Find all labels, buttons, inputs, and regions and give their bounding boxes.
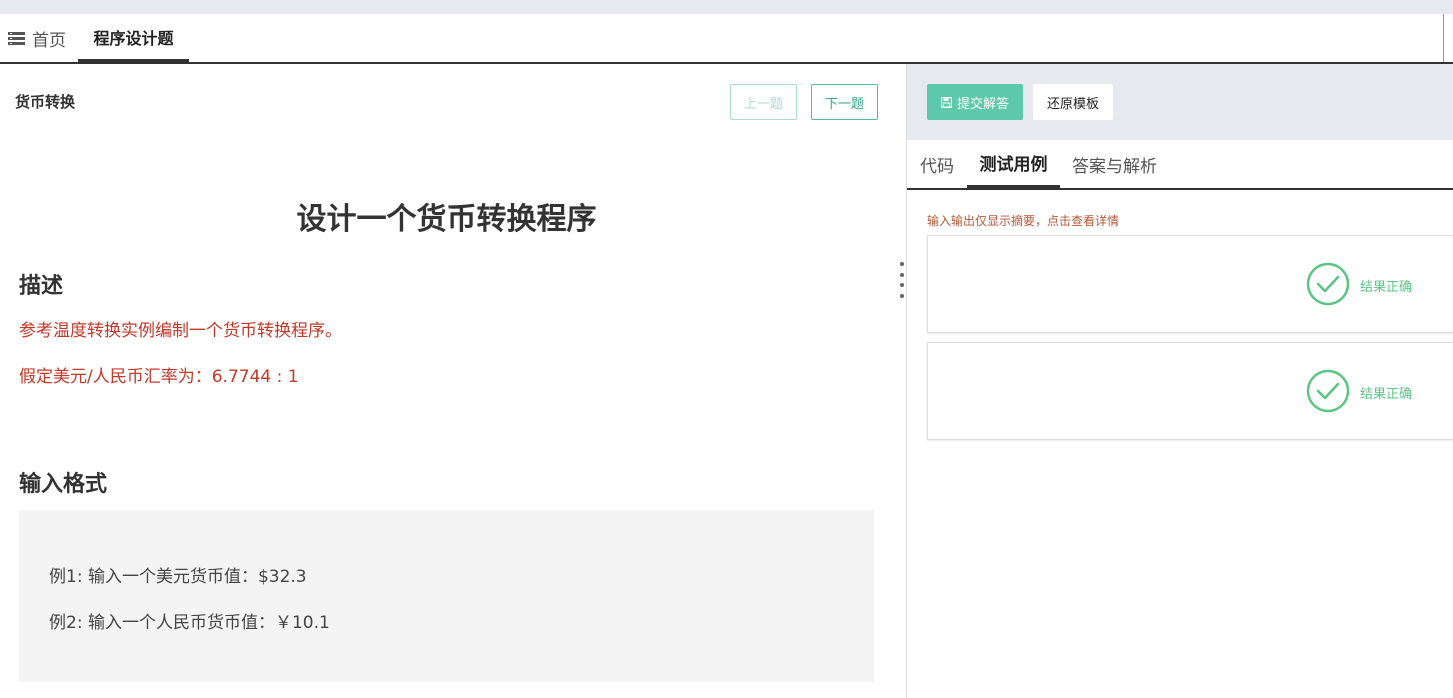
answer-toolbar: 提交解答 还原模板 [907, 64, 1453, 140]
answer-tabs: 代码 测试用例 答案与解析 [907, 140, 1453, 190]
problem-name: 货币转换 [15, 93, 76, 111]
tab-programming[interactable]: 程序设计题 [78, 14, 189, 62]
description-line-1: 参考温度转换实例编制一个货币转换程序。 [19, 321, 342, 341]
description-heading: 描述 [19, 274, 64, 299]
tab-code[interactable]: 代码 [920, 152, 954, 177]
drag-handle-icon[interactable] [899, 262, 905, 298]
restore-template-button[interactable]: 还原模板 [1033, 84, 1113, 120]
menu-icon [8, 31, 25, 45]
tab-test-cases[interactable]: 测试用例 [967, 140, 1060, 188]
page-tab-bar: 首页 程序设计题 [0, 14, 1453, 64]
example-1: 例1: 输入一个美元货币值：$32.3 [49, 567, 307, 587]
save-icon [940, 96, 952, 108]
check-circle-icon [1306, 262, 1350, 306]
next-problem-button[interactable]: 下一题 [811, 84, 878, 120]
submit-answer-label: 提交解答 [956, 96, 1009, 112]
submit-answer-button[interactable]: 提交解答 [927, 84, 1023, 120]
test-hint: 输入输出仅显示摘要，点击查看详情 [927, 214, 1120, 228]
input-format-heading: 输入格式 [19, 472, 108, 497]
example-2: 例2: 输入一个人民币货币值：￥10.1 [49, 613, 330, 633]
prev-problem-button[interactable]: 上一题 [730, 84, 797, 120]
test-case-card[interactable]: 结果正确 [927, 235, 1453, 333]
test-result-label: 结果正确 [1360, 280, 1413, 295]
tab-home-label: 首页 [32, 30, 66, 51]
answer-panel: 提交解答 还原模板 代码 测试用例 答案与解析 输入输出仅显示摘要，点击查看详情… [907, 64, 1453, 698]
description-line-2: 假定美元/人民币汇率为：6.7744 : 1 [19, 367, 299, 387]
top-strip [0, 0, 1453, 14]
check-circle-icon [1306, 369, 1350, 413]
problem-title: 设计一个货币转换程序 [296, 202, 597, 237]
tab-answer-analysis[interactable]: 答案与解析 [1072, 152, 1157, 177]
problem-panel: 货币转换 上一题 下一题 设计一个货币转换程序 描述 参考温度转换实例编制一个货… [0, 64, 906, 698]
input-format-box: 例1: 输入一个美元货币值：$32.3 例2: 输入一个人民币货币值：￥10.1 [19, 510, 874, 682]
tabbar-scroll-edge [1443, 14, 1453, 62]
tab-home[interactable]: 首页 [8, 26, 66, 51]
test-case-card[interactable]: 结果正确 [927, 342, 1453, 440]
test-result-label: 结果正确 [1360, 387, 1413, 402]
